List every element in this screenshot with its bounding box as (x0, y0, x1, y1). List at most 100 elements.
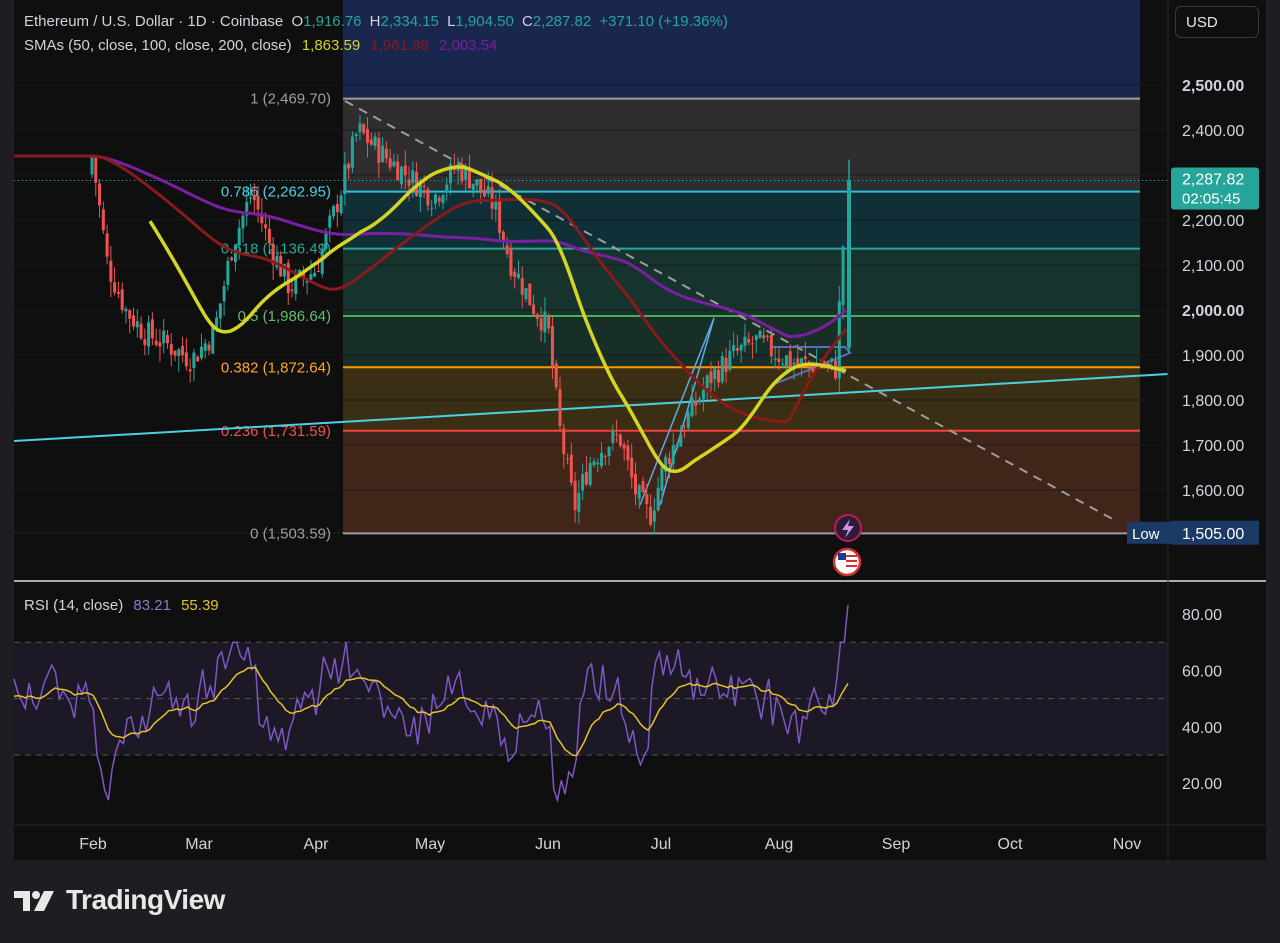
candle-body (381, 145, 385, 162)
rsi-tick: 20.00 (1182, 776, 1222, 793)
candle-body (562, 428, 566, 455)
candle-body (94, 156, 98, 183)
candle-body (592, 461, 596, 466)
candle-body (607, 446, 611, 457)
candle-body (207, 344, 211, 351)
currency-button[interactable]: USD (1175, 6, 1259, 38)
candle-body (735, 348, 739, 351)
candle-body (686, 412, 690, 429)
candle-body (177, 349, 181, 357)
candle-body (309, 274, 313, 280)
candle-body (762, 335, 766, 339)
candle-body (633, 474, 637, 495)
candle-body (516, 273, 520, 278)
candle-body (332, 205, 336, 217)
candle-body (720, 356, 724, 382)
rsi-legend-label: RSI (14, close) (24, 597, 124, 614)
candle-body (717, 369, 721, 383)
tradingview-logo-icon (14, 891, 54, 911)
candle-body (362, 124, 366, 133)
candle-body (132, 315, 136, 327)
candle-body (313, 272, 317, 277)
candle-body (264, 224, 268, 229)
candle-body (105, 233, 109, 257)
candle-body (498, 197, 502, 233)
rsi-legend[interactable]: RSI (14, close) 83.21 55.39 (24, 597, 219, 614)
candle-body (139, 323, 143, 339)
candle-body (399, 166, 403, 185)
candle-body (611, 430, 615, 443)
candle-body (143, 339, 147, 346)
sma-legend[interactable]: SMAs (50, close, 100, close, 200, close)… (24, 37, 497, 54)
candle-body (826, 361, 830, 363)
candle-body (630, 457, 634, 478)
price-tick: 2,500.00 (1182, 78, 1244, 95)
candle-body (388, 158, 392, 168)
candle-body (350, 136, 354, 168)
candle-body (566, 458, 570, 460)
candle-body (196, 356, 200, 362)
ohlc-low: L1,904.50 (447, 13, 514, 30)
chart-legend-symbol: Ethereum / U.S. Dollar · 1D · Coinbase O… (24, 13, 728, 30)
candle-body (354, 134, 358, 137)
candle-body (116, 292, 120, 294)
time-tick: Feb (79, 836, 107, 853)
candle-body (192, 352, 196, 369)
price-tick: 1,700.00 (1182, 438, 1244, 455)
time-tick: Jul (651, 836, 671, 853)
brand-name: TradingView (66, 884, 225, 915)
tradingview-logo[interactable]: TradingView (14, 884, 225, 916)
candle-body (758, 330, 762, 339)
candle-body (543, 311, 547, 333)
candle-body (535, 314, 539, 319)
candle-body (316, 270, 320, 272)
candle-body (490, 187, 494, 209)
candle-body (766, 335, 770, 337)
candle-body (169, 344, 173, 355)
candle-body (339, 195, 343, 214)
chart-canvas[interactable]: 1 (2,469.70) 0.786 (2,262.95) 0.618 (2,136… (0, 0, 1280, 943)
fib-label: 1 (2,469.70) (250, 91, 331, 108)
candle-body (532, 304, 536, 315)
candle-body (128, 310, 132, 319)
price-tick: 1,900.00 (1182, 348, 1244, 365)
ohlc-open: O1,916.76 (291, 13, 362, 30)
candle-body (135, 321, 139, 328)
candle-body (335, 203, 339, 213)
candle-body (369, 139, 373, 145)
candle-body (162, 330, 166, 344)
candle-body (524, 288, 528, 300)
candle-body (290, 289, 294, 292)
candle-body (694, 400, 698, 406)
price-tick: 1,800.00 (1182, 393, 1244, 410)
candle-body (347, 163, 351, 169)
candle-body (520, 278, 524, 295)
candle-body (181, 345, 185, 356)
candle-body (830, 358, 834, 362)
candle-body (343, 164, 347, 195)
candle-body (184, 352, 188, 367)
candle-body (211, 326, 215, 354)
rsi-tick: 60.00 (1182, 663, 1222, 680)
candle-body (407, 179, 411, 186)
price-tick: 2,200.00 (1182, 213, 1244, 230)
candle-body (154, 340, 158, 345)
candle-body (600, 452, 604, 467)
time-tick: Apr (304, 836, 330, 853)
fib-label: 0.382 (1,872.64) (221, 359, 331, 376)
candle-body (120, 289, 124, 310)
candle-body (584, 471, 588, 485)
last-candle-body (847, 180, 851, 348)
candle-body (188, 369, 192, 372)
candle-body (671, 444, 675, 464)
price-tick: 2,000.00 (1182, 303, 1244, 320)
candle-body (483, 189, 487, 197)
time-tick: May (415, 836, 445, 853)
candle-body (769, 335, 773, 357)
fib-label: 0.786 (2,262.95) (221, 184, 331, 201)
candle-body (784, 355, 788, 368)
candle-body (675, 444, 679, 449)
candle-body (569, 454, 573, 483)
candle-body (690, 397, 694, 417)
candle-body (437, 197, 441, 202)
